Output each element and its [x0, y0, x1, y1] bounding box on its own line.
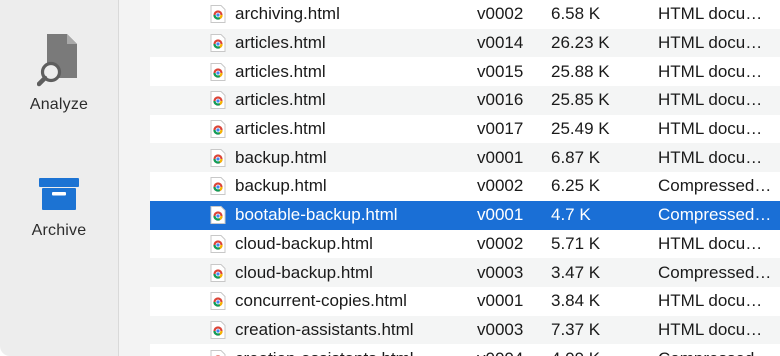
file-size: 6.87 K — [551, 147, 601, 167]
chrome-document-icon — [210, 91, 226, 110]
analyze-button[interactable]: Analyze — [0, 22, 118, 132]
archive-button[interactable]: Archive — [0, 148, 118, 258]
file-kind: HTML docu… — [658, 4, 763, 24]
file-version: v0015 — [477, 61, 524, 81]
file-row[interactable]: bootable-backup.html v0001 4.7 K Compressed… — [150, 200, 780, 230]
file-size: 3.84 K — [551, 291, 601, 311]
file-name: backup.html — [235, 147, 327, 167]
chrome-document-icon — [210, 263, 226, 282]
file-row[interactable]: cloud-backup.html v0003 3.47 K Compressed… — [150, 258, 780, 287]
chrome-document-icon — [210, 120, 226, 139]
file-version: v0001 — [477, 147, 524, 167]
app-window: Analyze Archive archiving.html v0002 6.58 … — [0, 0, 780, 356]
file-size: 3.47 K — [551, 262, 601, 282]
file-size: 25.49 K — [551, 119, 610, 139]
chrome-document-icon — [210, 177, 226, 196]
file-kind: HTML docu… — [658, 233, 763, 253]
file-row[interactable]: articles.html v0017 25.49 K HTML docu… — [150, 115, 780, 144]
file-version: v0001 — [477, 291, 524, 311]
file-size: 26.23 K — [551, 33, 610, 53]
outline-gutter — [118, 0, 150, 356]
file-size: 4.09 K — [551, 349, 600, 356]
file-version: v0003 — [477, 262, 524, 282]
file-version: v0017 — [477, 119, 524, 139]
file-size: 7.37 K — [551, 319, 601, 339]
file-version: v0014 — [477, 33, 524, 53]
file-size: 25.85 K — [551, 90, 610, 110]
chrome-document-icon — [210, 320, 226, 339]
file-row[interactable]: articles.html v0014 26.23 K HTML docu… — [150, 28, 780, 58]
file-name: archiving.html — [235, 4, 340, 24]
file-row[interactable]: creation-assistants.html v0004 4.09 K Compr… — [150, 344, 780, 356]
chrome-document-icon — [210, 34, 226, 53]
file-version: v0004 — [477, 349, 523, 356]
file-row[interactable]: backup.html v0002 6.25 K Compressed… — [150, 172, 780, 201]
file-name: creation-assistants.html — [235, 319, 414, 339]
chrome-document-icon — [210, 148, 226, 167]
file-version: v0002 — [477, 176, 524, 196]
file-kind: HTML docu… — [658, 291, 763, 311]
chrome-document-icon — [210, 234, 226, 253]
file-name: concurrent-copies.html — [235, 291, 407, 311]
file-row[interactable]: backup.html v0001 6.87 K HTML docu… — [150, 143, 780, 173]
analyze-label: Analyze — [29, 96, 89, 113]
file-name: articles.html — [235, 61, 326, 81]
file-kind: HTML docu… — [658, 319, 763, 339]
file-version: v0002 — [477, 4, 524, 24]
archive-box-icon — [37, 148, 81, 214]
file-size: 25.88 K — [551, 61, 610, 81]
file-size: 6.25 K — [551, 176, 601, 196]
file-size: 6.58 K — [551, 4, 601, 24]
file-list: archiving.html v0002 6.58 K HTML docu… artic… — [150, 0, 780, 356]
file-name: articles.html — [235, 119, 326, 139]
file-kind: Compressed… — [658, 176, 772, 196]
chrome-document-icon — [210, 349, 226, 356]
chrome-document-icon — [210, 292, 226, 311]
file-kind: HTML docu… — [658, 90, 763, 110]
file-row[interactable]: concurrent-copies.html v0001 3.84 K HTML do… — [150, 287, 780, 316]
chrome-document-icon — [210, 206, 226, 225]
file-size: 5.71 K — [551, 233, 601, 253]
file-name: bootable-backup.html — [235, 205, 398, 225]
file-name: creation-assistants.html — [235, 349, 414, 356]
file-kind: HTML docu… — [658, 33, 763, 53]
file-name: cloud-backup.html — [235, 233, 373, 253]
file-version: v0001 — [477, 205, 524, 225]
file-size: 4.7 K — [551, 205, 591, 225]
sidebar: Analyze Archive — [0, 0, 118, 356]
file-row[interactable]: creation-assistants.html v0003 7.37 K HTML … — [150, 315, 780, 345]
file-kind: Compressed… — [658, 205, 772, 225]
file-name: articles.html — [235, 33, 326, 53]
file-name: articles.html — [235, 90, 326, 110]
file-row[interactable]: articles.html v0016 25.85 K HTML docu… — [150, 86, 780, 115]
file-version: v0016 — [477, 90, 524, 110]
file-version: v0002 — [477, 233, 524, 253]
chrome-document-icon — [210, 62, 226, 81]
file-kind: HTML docu… — [658, 147, 763, 167]
file-kind: HTML docu… — [658, 119, 763, 139]
file-kind: Compressed… — [658, 262, 772, 282]
file-version: v0003 — [477, 319, 524, 339]
file-name: cloud-backup.html — [235, 262, 373, 282]
file-name: backup.html — [235, 176, 327, 196]
file-row[interactable]: archiving.html v0002 6.58 K HTML docu… — [150, 0, 780, 29]
file-kind: HTML docu… — [658, 61, 763, 81]
archive-label: Archive — [31, 222, 87, 239]
file-row[interactable]: cloud-backup.html v0002 5.71 K HTML docu… — [150, 230, 780, 259]
analyze-icon — [37, 22, 81, 88]
file-kind: Compressed… — [658, 349, 771, 356]
chrome-document-icon — [210, 5, 226, 24]
file-row[interactable]: articles.html v0015 25.88 K HTML docu… — [150, 57, 780, 86]
